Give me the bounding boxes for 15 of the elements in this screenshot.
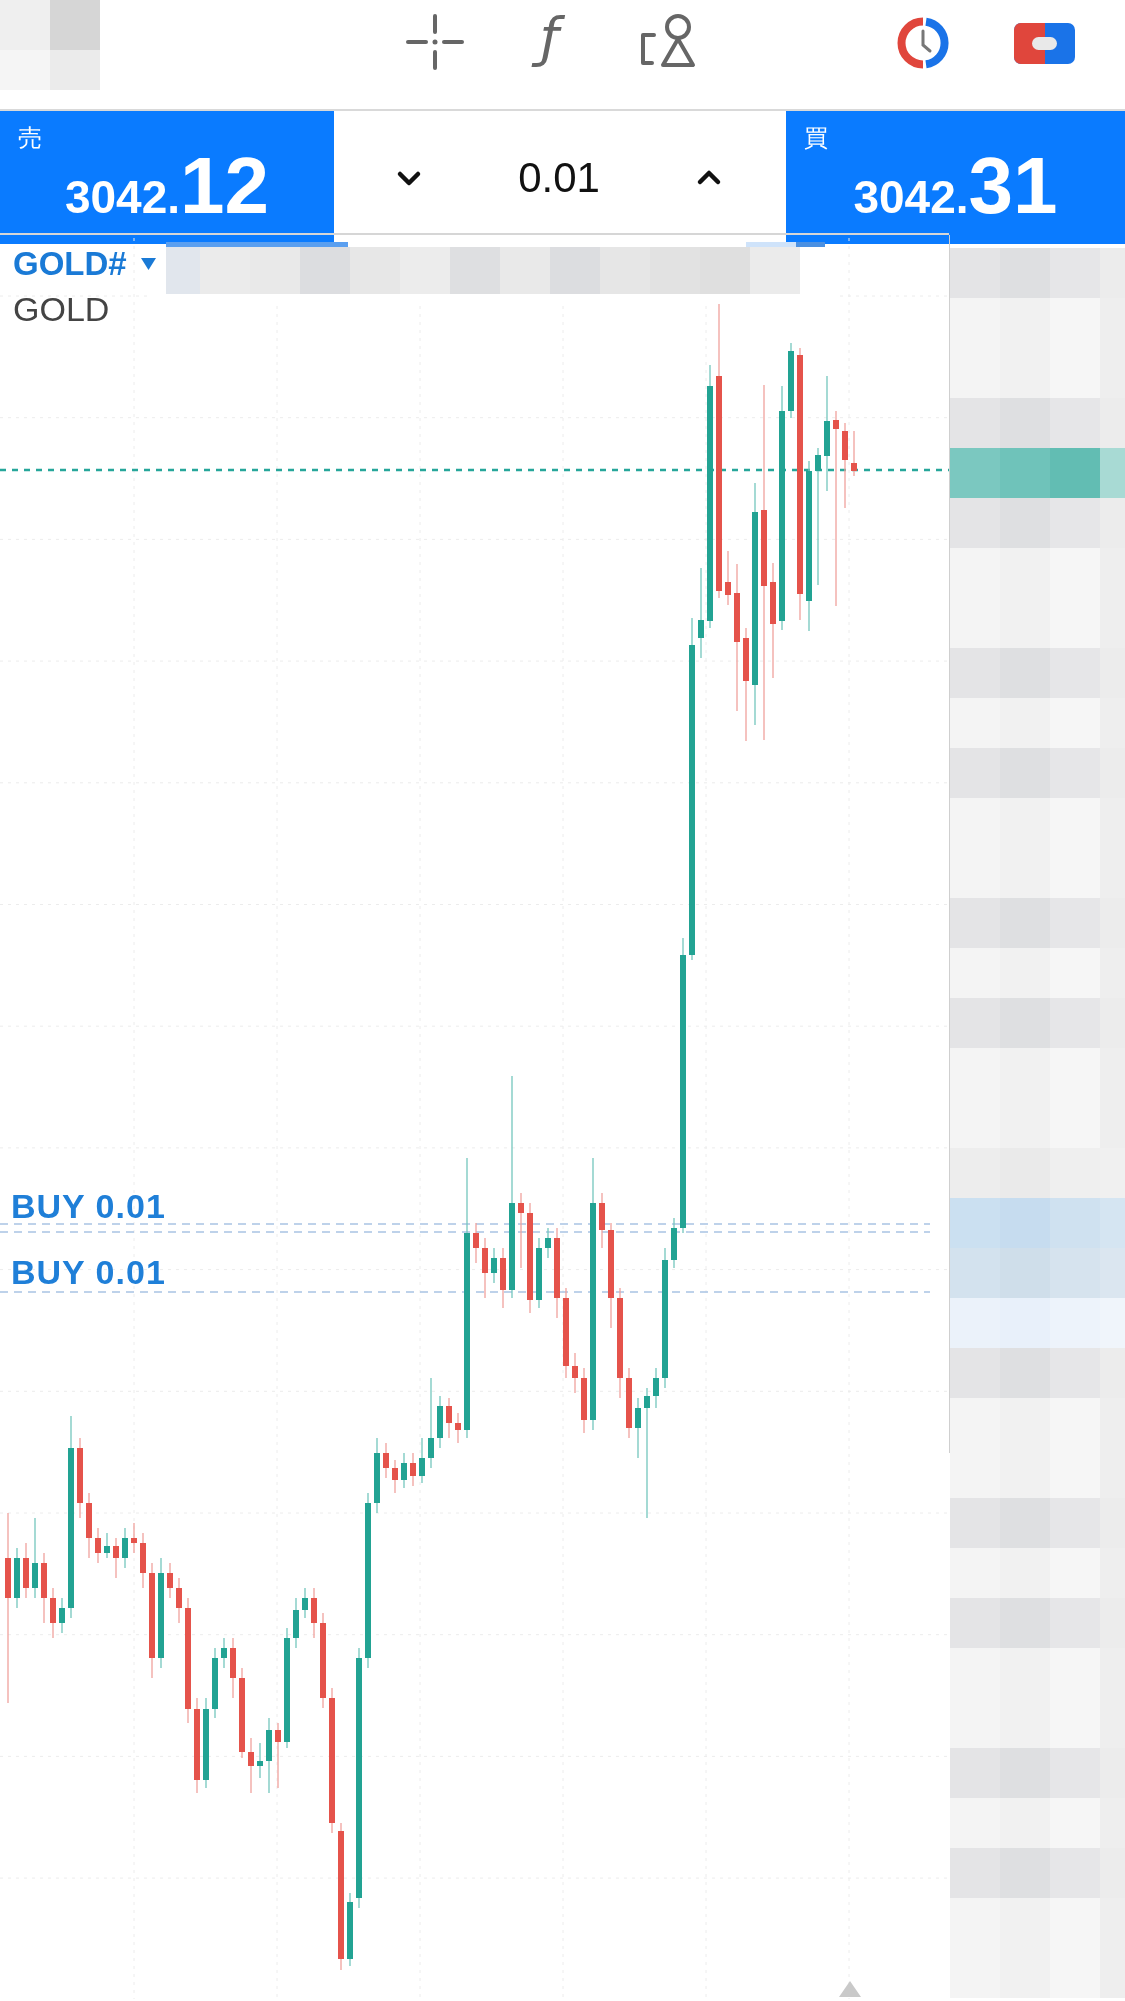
order-label: BUY 0.01 — [11, 1190, 166, 1222]
crosshair-icon[interactable] — [405, 13, 465, 71]
triangle-icon — [839, 1981, 861, 1997]
indicator-button[interactable]: ƒ — [530, 0, 569, 78]
caret-icon[interactable] — [140, 258, 156, 270]
toggle-tile-icon[interactable] — [1014, 23, 1075, 64]
symbol-selector[interactable]: GOLD# — [13, 245, 156, 283]
order-label: BUY 0.01 — [11, 1256, 166, 1288]
buy-button[interactable]: 買 3042.31 — [786, 111, 1125, 244]
symbol-description: GOLD — [13, 290, 111, 328]
clock-icon[interactable] — [897, 17, 949, 69]
chevron-up-icon[interactable] — [696, 168, 722, 187]
shapes-icon[interactable] — [639, 13, 697, 69]
volume-value[interactable]: 0.01 — [518, 153, 600, 202]
sell-button[interactable]: 売 3042.12 — [0, 111, 334, 244]
